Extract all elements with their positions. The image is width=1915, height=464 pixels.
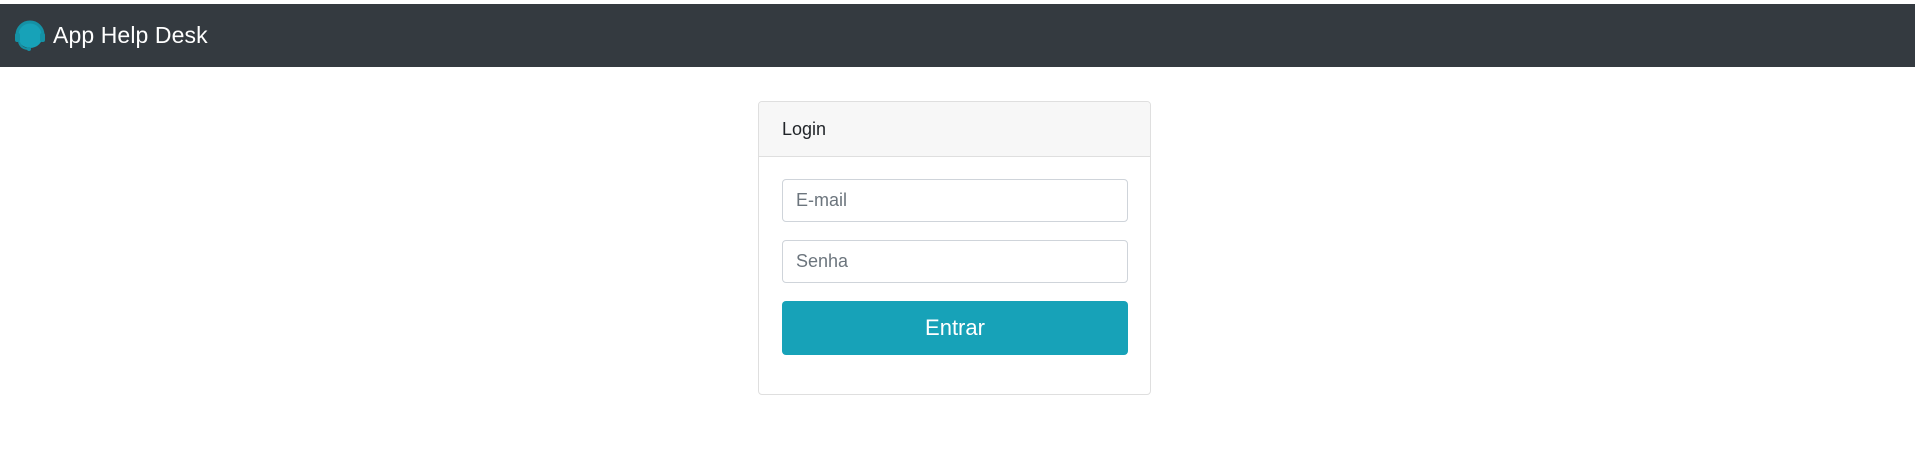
- email-input[interactable]: [782, 179, 1128, 222]
- login-submit-button[interactable]: Entrar: [782, 301, 1128, 355]
- brand-text: App Help Desk: [53, 22, 208, 48]
- navbar: App Help Desk: [0, 4, 1915, 67]
- login-card-header: Login: [759, 102, 1150, 157]
- login-title: Login: [782, 118, 827, 139]
- login-card: Login Entrar: [758, 101, 1151, 395]
- brand-link[interactable]: App Help Desk: [13, 19, 208, 53]
- headset-icon: [13, 19, 47, 53]
- login-card-body: Entrar: [759, 157, 1150, 355]
- password-input[interactable]: [782, 240, 1128, 283]
